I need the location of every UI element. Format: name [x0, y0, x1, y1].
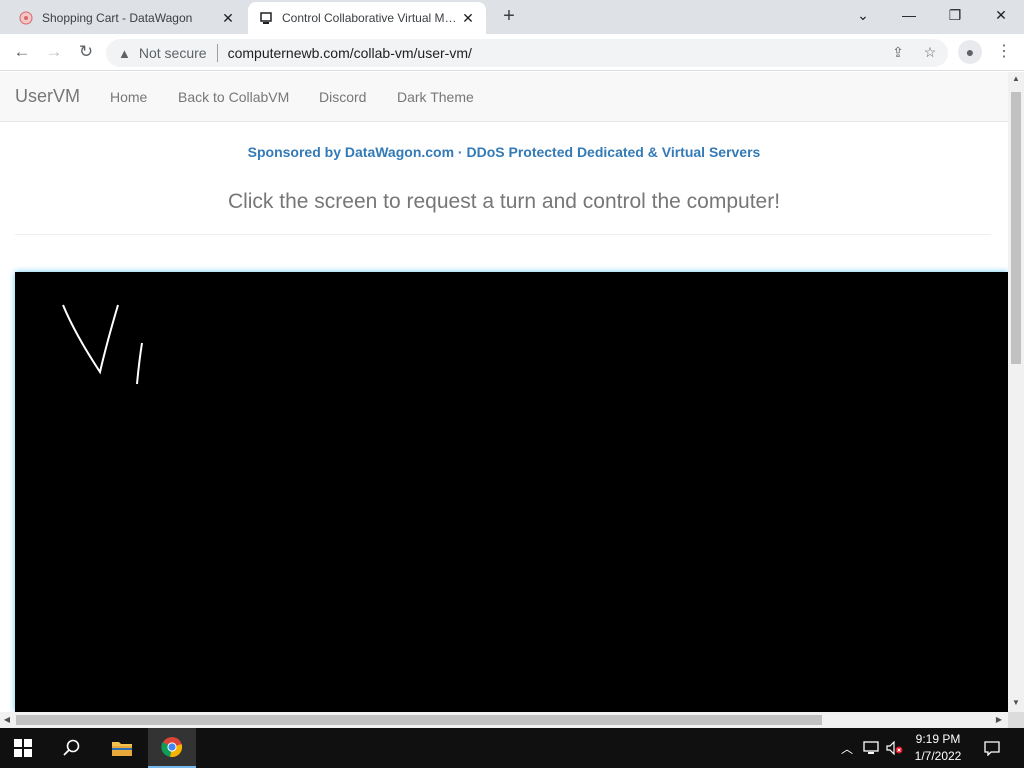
url-text[interactable]: computernewb.com/collab-vm/user-vm/ [228, 45, 472, 61]
tab-shopping-cart[interactable]: Shopping Cart - DataWagon ✕ [8, 2, 246, 34]
browser-toolbar: ← → ↻ ▲ Not secure computernewb.com/coll… [0, 34, 1024, 71]
back-icon[interactable]: ← [10, 40, 34, 64]
forward-icon[interactable]: → [42, 40, 66, 64]
tab-title: Control Collaborative Virtual Machines [282, 11, 460, 25]
start-icon[interactable] [0, 728, 46, 768]
vm-display-canvas[interactable] [15, 272, 1008, 712]
horizontal-scrollbar[interactable]: ◀ ▶ [0, 712, 1008, 728]
restore-icon[interactable]: ❐ [932, 0, 978, 30]
chevron-up-icon[interactable]: ︿ [838, 728, 856, 768]
scroll-right-icon[interactable]: ▶ [992, 712, 1006, 728]
warning-icon[interactable]: ▲ [118, 46, 131, 61]
horizontal-scroll-thumb[interactable] [16, 715, 822, 725]
site-brand[interactable]: UserVM [15, 86, 80, 107]
page-viewport: UserVM Home Back to CollabVM Discord Dar… [0, 72, 1008, 712]
nav-back-to-collabvm[interactable]: Back to CollabVM [178, 89, 289, 105]
close-tab-icon[interactable]: ✕ [460, 10, 476, 26]
nav-home[interactable]: Home [110, 89, 147, 105]
nav-dark-theme[interactable]: Dark Theme [397, 89, 474, 105]
taskbar-clock[interactable]: 9:19 PM 1/7/2022 [900, 731, 976, 765]
file-explorer-icon[interactable] [98, 728, 146, 768]
scroll-left-icon[interactable]: ◀ [0, 712, 14, 728]
divider [15, 234, 991, 235]
new-tab-button[interactable]: + [498, 5, 520, 27]
share-icon[interactable]: ⇪ [886, 40, 910, 64]
vm-scribble-drawing [62, 304, 143, 385]
close-window-icon[interactable]: ✕ [978, 0, 1024, 30]
datawagon-favicon-icon [18, 10, 34, 26]
sponsor-link[interactable]: Sponsored by DataWagon.com · DDoS Protec… [0, 144, 1008, 160]
search-icon[interactable] [48, 728, 96, 768]
collabvm-favicon-icon [258, 10, 274, 26]
nav-discord[interactable]: Discord [319, 89, 366, 105]
menu-kebab-icon[interactable]: ⋮ [994, 40, 1014, 64]
tab-search-chevron-icon[interactable]: ⌄ [840, 0, 886, 30]
notification-icon[interactable] [978, 728, 1006, 768]
chrome-icon[interactable] [148, 728, 196, 768]
vertical-scrollbar[interactable]: ▲ ▼ [1008, 72, 1024, 712]
close-tab-icon[interactable]: ✕ [220, 10, 236, 26]
profile-avatar-icon[interactable]: ● [958, 40, 982, 64]
page-lead-text: Click the screen to request a turn and c… [227, 190, 781, 213]
reload-icon[interactable]: ↻ [74, 40, 98, 64]
tab-strip: Shopping Cart - DataWagon ✕ Control Coll… [0, 0, 1024, 34]
security-label[interactable]: Not secure [139, 45, 207, 61]
minimize-icon[interactable]: — [886, 0, 932, 30]
bookmark-star-icon[interactable]: ☆ [918, 40, 942, 64]
scroll-up-icon[interactable]: ▲ [1008, 72, 1024, 86]
clock-time: 9:19 PM [915, 732, 961, 746]
scroll-corner [1008, 712, 1024, 728]
scroll-down-icon[interactable]: ▼ [1008, 696, 1024, 710]
site-navbar: UserVM Home Back to CollabVM Discord Dar… [0, 72, 1008, 122]
tab-title: Shopping Cart - DataWagon [42, 11, 193, 25]
vertical-scroll-thumb[interactable] [1011, 92, 1021, 364]
clock-date: 1/7/2022 [914, 749, 962, 763]
tab-collabvm[interactable]: Control Collaborative Virtual Machines ✕ [248, 2, 486, 34]
windows-taskbar: ︿ 9:19 PM 1/7/2022 [0, 728, 1024, 768]
network-icon[interactable] [860, 728, 882, 768]
address-divider [216, 44, 218, 62]
address-bar[interactable]: ▲ Not secure computernewb.com/collab-vm/… [106, 39, 948, 67]
